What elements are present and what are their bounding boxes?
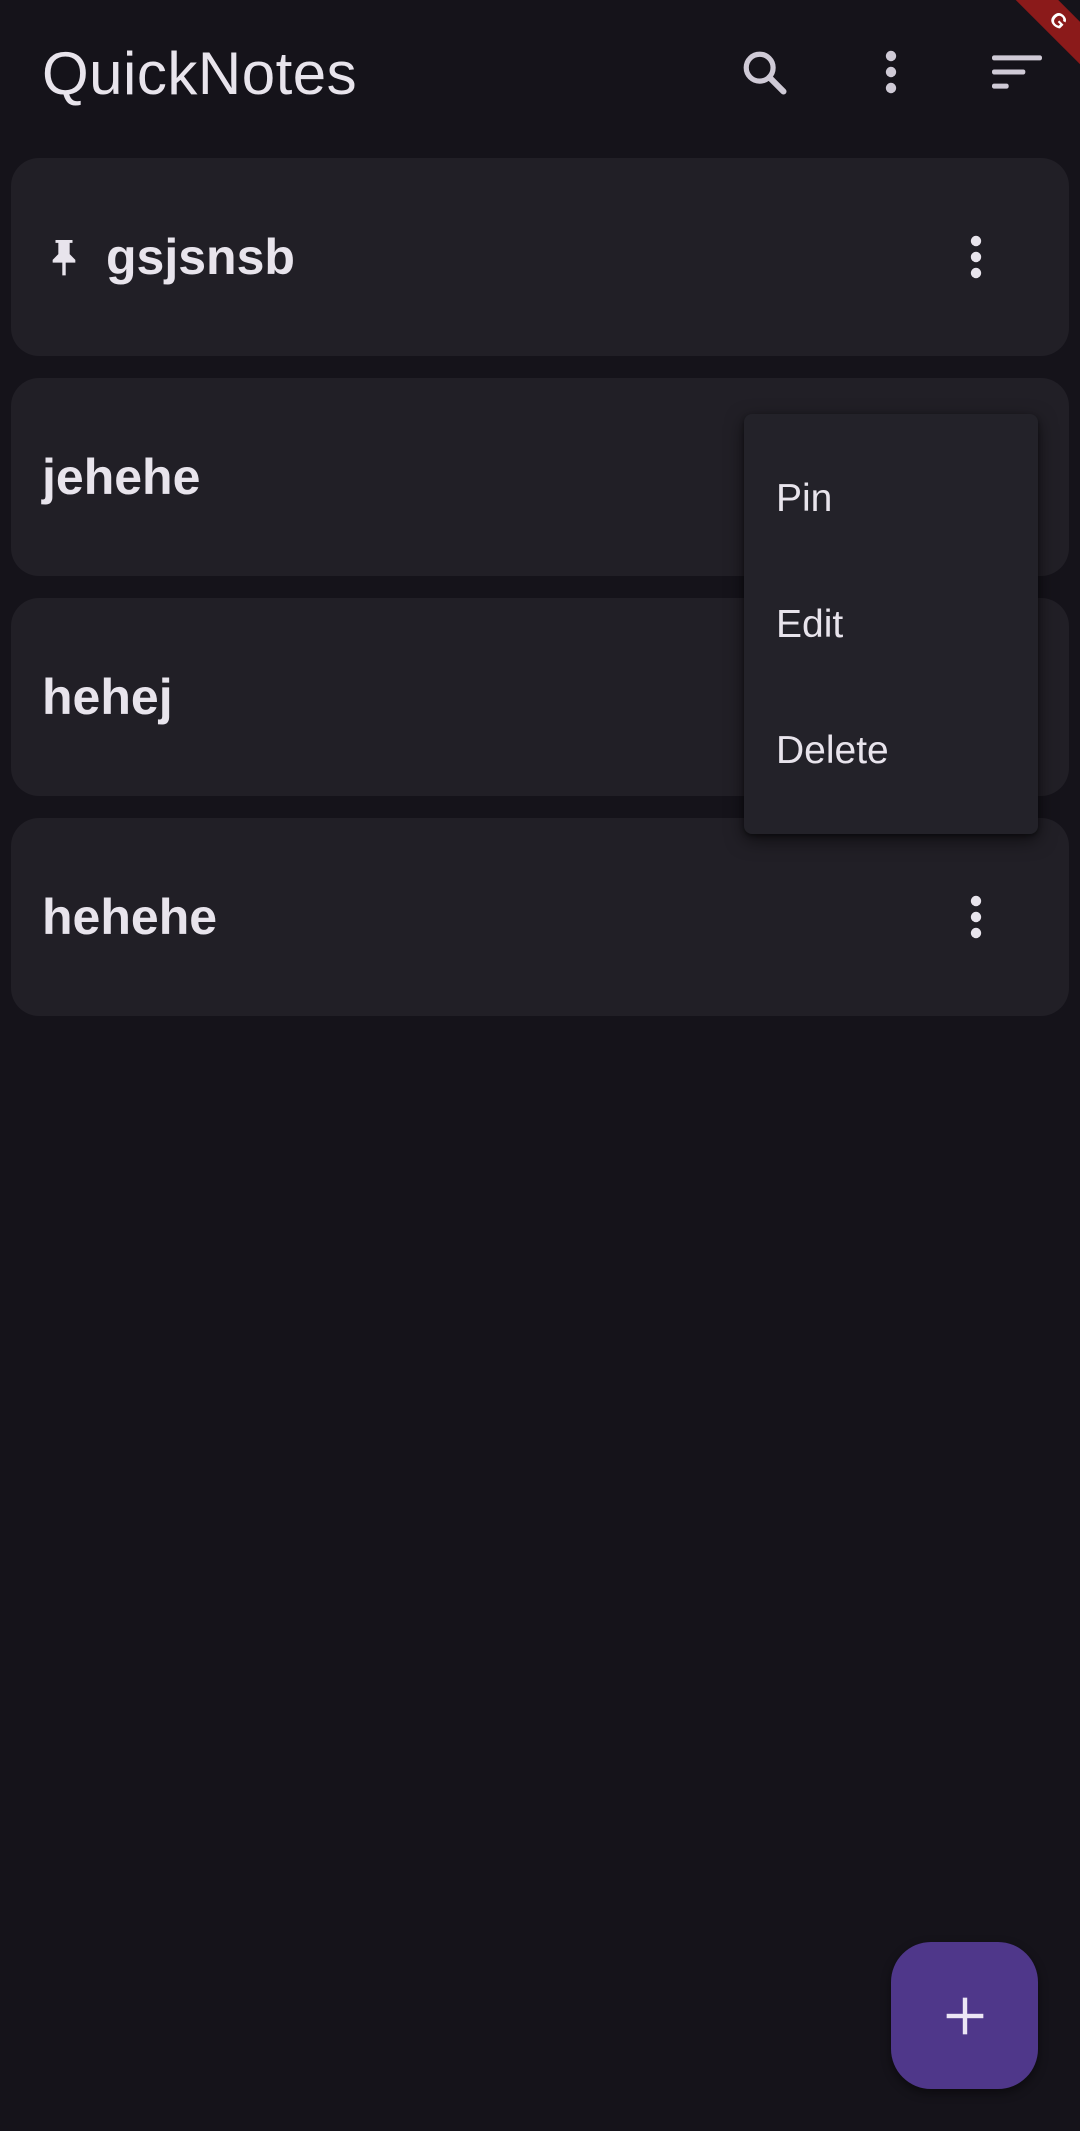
note-popup-menu: Pin Edit Delete xyxy=(744,414,1038,834)
search-button[interactable] xyxy=(724,32,804,112)
note-menu-button[interactable] xyxy=(936,877,1016,957)
more-vert-icon xyxy=(970,235,982,279)
note-menu-button[interactable] xyxy=(936,217,1016,297)
menu-item-delete[interactable]: Delete xyxy=(744,688,1038,814)
note-title-container: gsjsnsb xyxy=(42,158,295,356)
more-vert-icon xyxy=(970,895,982,939)
sort-icon xyxy=(992,55,1042,89)
note-title: hehehe xyxy=(42,889,218,945)
menu-item-pin[interactable]: Pin xyxy=(744,436,1038,562)
note-title: gsjsnsb xyxy=(106,229,295,285)
debug-banner-label: G xyxy=(1044,7,1072,35)
add-icon xyxy=(946,1997,983,2034)
pin-icon xyxy=(42,232,86,282)
search-icon xyxy=(743,51,787,95)
sort-button[interactable] xyxy=(977,32,1057,112)
note-card[interactable]: hehehe xyxy=(11,818,1069,1016)
menu-item-edit[interactable]: Edit xyxy=(744,562,1038,688)
note-title: jehehe xyxy=(42,449,201,505)
app-title: QuickNotes xyxy=(42,40,358,107)
note-title: hehej xyxy=(42,669,173,725)
more-vert-icon xyxy=(885,50,897,94)
more-options-button[interactable] xyxy=(851,32,931,112)
app-bar: QuickNotes xyxy=(0,0,1080,148)
note-card[interactable]: gsjsnsb xyxy=(11,158,1069,356)
add-note-button[interactable] xyxy=(891,1942,1038,2089)
